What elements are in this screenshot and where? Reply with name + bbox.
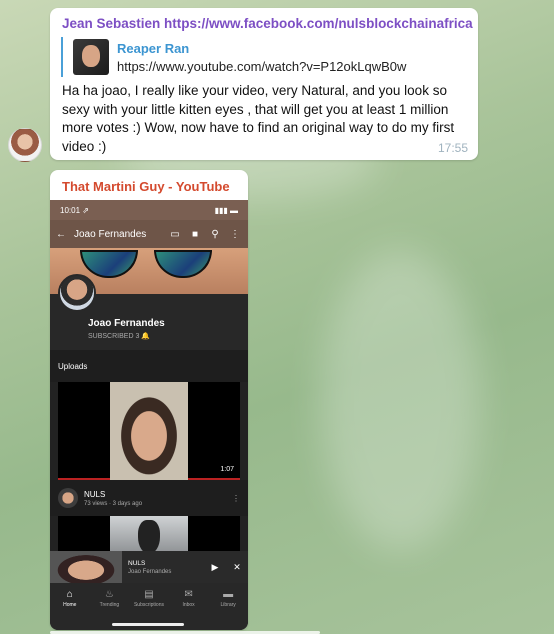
video-title: NULS — [84, 489, 106, 499]
nav-library: ▬ Library — [220, 589, 236, 608]
subscribed-label: SUBSCRIBED 3 🔔 — [88, 333, 151, 340]
play-icon: ▶ — [211, 561, 219, 572]
flame-icon: ♨ — [104, 589, 114, 600]
nav-home: ⌂ Home — [63, 589, 77, 608]
video-meta: NULS 73 views · 3 days ago ⋮ — [50, 480, 248, 516]
uploads-label: Uploads — [50, 350, 248, 382]
channel-avatar — [58, 274, 96, 312]
close-icon: ✕ — [233, 561, 241, 572]
channel-header: Joao Fernandes SUBSCRIBED 3 🔔 — [50, 274, 248, 350]
video-thumbnail: 1:07 — [58, 382, 240, 480]
inbox-icon: ✉ — [184, 589, 193, 600]
mini-player-title: NULS — [128, 559, 146, 567]
bell-icon: 🔔 — [141, 333, 151, 340]
mini-player-thumbnail — [50, 551, 122, 583]
youtube-toolbar: ← Joao Fernandes ▭ ■ ⚲ ⋮ — [50, 220, 248, 248]
reply-text: https://www.youtube.com/watch?v=P12okLqw… — [117, 58, 407, 74]
channel-title: Joao Fernandes — [88, 318, 165, 329]
subscriptions-icon: ▤ — [144, 589, 154, 600]
background-leaf — [320, 250, 480, 550]
camera-icon: ■ — [191, 228, 199, 240]
toolbar-channel-name: Joao Fernandes — [74, 228, 147, 240]
link-preview-bubble[interactable]: That Martini Guy - YouTube 10:01 ⇗ ▮▮▮ ▬… — [50, 170, 248, 630]
video-views: 73 views · 3 days ago — [84, 500, 143, 507]
reply-thumbnail — [73, 39, 109, 75]
home-indicator — [112, 623, 184, 626]
message-time: 17:55 — [437, 141, 468, 155]
video-thumbnail-2 — [58, 516, 240, 556]
cast-icon: ▭ — [170, 228, 180, 240]
forwarded-from-header[interactable]: Jean Sebastien https://www.facebook.com/… — [62, 16, 473, 31]
folder-icon: ▬ — [223, 589, 234, 600]
reply-preview[interactable]: Reaper Ran https://www.youtube.com/watch… — [61, 37, 406, 77]
mini-player: NULS Joao Fernandes ▶ ✕ — [50, 551, 248, 583]
youtube-nav-bar: ⌂ Home ♨ Trending ▤ Subscriptions ✉ Inbo… — [50, 583, 248, 630]
video-face — [110, 382, 188, 480]
mini-player-subtitle: Joao Fernandes — [128, 568, 172, 575]
status-time: 10:01 ⇗ — [60, 205, 89, 215]
forwarded-from-link[interactable]: Jean Sebastien https://www.facebook.com/… — [62, 16, 473, 31]
video-channel-avatar — [58, 488, 78, 508]
more-icon: ⋮ — [230, 228, 240, 240]
sunglasses-lens — [80, 250, 138, 278]
reply-author: Reaper Ran — [117, 40, 190, 56]
link-preview-title[interactable]: That Martini Guy - YouTube — [62, 179, 230, 194]
youtube-screenshot[interactable]: 10:01 ⇗ ▮▮▮ ▬ ← Joao Fernandes ▭ ■ ⚲ ⋮ J… — [50, 200, 248, 630]
message-text: Ha ha joao, I really like your video, ve… — [62, 83, 455, 154]
phone-status-bar: 10:01 ⇗ ▮▮▮ ▬ — [50, 200, 248, 220]
home-icon: ⌂ — [66, 589, 73, 600]
sunglasses-lens — [154, 250, 212, 278]
message-bubble[interactable]: Jean Sebastien https://www.facebook.com/… — [50, 8, 478, 160]
more-icon: ⋮ — [232, 493, 240, 503]
signal-battery-icon: ▮▮▮ ▬ — [214, 205, 238, 215]
dog-image — [110, 516, 188, 556]
video-duration: 1:07 — [218, 465, 236, 474]
back-arrow-icon: ← — [56, 228, 66, 240]
search-icon: ⚲ — [211, 228, 219, 240]
sender-avatar[interactable] — [8, 128, 42, 162]
